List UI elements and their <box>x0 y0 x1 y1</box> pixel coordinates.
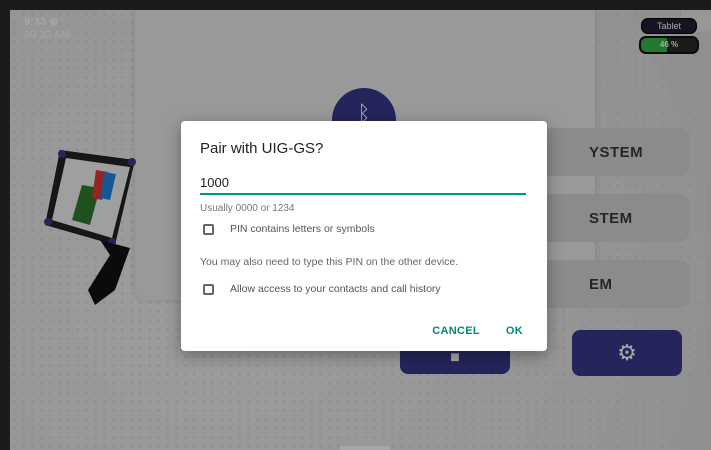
contacts-checkbox-label: Allow access to your contacts and call h… <box>230 283 441 295</box>
pair-dialog: Pair with UIG-GS? Usually 0000 or 1234 P… <box>181 121 547 351</box>
app-screen: 9:33 ⊛ 09:33 AM Tablet 46 % ᛒ YSTEM STEM… <box>10 10 711 450</box>
letters-checkbox-row[interactable]: PIN contains letters or symbols <box>203 223 375 235</box>
contacts-checkbox-row[interactable]: Allow access to your contacts and call h… <box>203 283 441 295</box>
dialog-actions: CANCEL OK <box>432 325 523 337</box>
cancel-button[interactable]: CANCEL <box>432 325 480 337</box>
letters-checkbox[interactable] <box>203 223 214 235</box>
contacts-checkbox[interactable] <box>203 283 214 295</box>
pin-hint: Usually 0000 or 1234 <box>200 203 295 214</box>
pin-note: You may also need to type this PIN on th… <box>200 256 459 268</box>
letters-checkbox-label: PIN contains letters or symbols <box>230 223 375 235</box>
ok-button[interactable]: OK <box>506 325 523 337</box>
pin-input[interactable] <box>200 171 526 195</box>
dialog-title: Pair with UIG-GS? <box>200 140 324 157</box>
